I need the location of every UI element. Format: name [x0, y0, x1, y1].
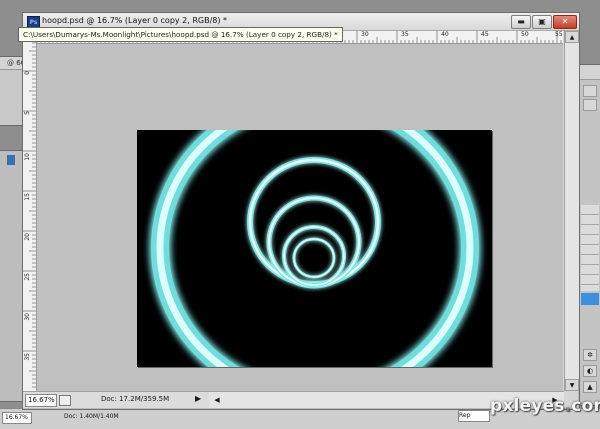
background-doc-size: Doc: 1.40M/1.40M — [64, 413, 119, 420]
window-title: hoopd.psd @ 16.7% (Layer 0 copy 2, RGB/8… — [42, 16, 228, 25]
tool-icon[interactable] — [7, 155, 15, 165]
ruler-label: 15 — [24, 193, 31, 201]
panel-button[interactable] — [583, 99, 597, 111]
vertical-ruler-ticks — [23, 31, 36, 388]
ruler-label: 55 — [555, 31, 563, 38]
right-panel-dock[interactable]: ✲ ◐ ▲ — [578, 64, 600, 406]
vertical-ruler[interactable]: 0 5 10 15 20 25 30 35 — [23, 31, 37, 391]
ruler-label: 0 — [24, 71, 31, 75]
ruler-label: 5 — [24, 111, 31, 115]
selected-layer-row[interactable] — [581, 293, 599, 305]
vertical-scrollbar[interactable]: ▲ ▼ — [564, 31, 579, 391]
find-field[interactable]: Rep — [458, 410, 490, 422]
close-button[interactable]: ✕ — [553, 15, 577, 29]
site-watermark: pxleyes.com — [490, 396, 600, 416]
document-window[interactable]: Ps hoopd.psd @ 16.7% (Layer 0 copy 2, RG… — [22, 12, 580, 410]
panel-header — [579, 65, 600, 80]
watermark-tld: com — [571, 396, 600, 416]
panel-button[interactable] — [583, 85, 597, 97]
image-icon[interactable]: ▲ — [583, 381, 597, 393]
minimize-button[interactable]: ▬ — [511, 15, 531, 29]
ruler-label: 10 — [24, 153, 31, 161]
ruler-label: 20 — [24, 233, 31, 241]
path-tooltip: C:\Users\Dumarys-Ms.Moonlight\Pictures\h… — [18, 27, 343, 42]
ruler-label: 40 — [441, 31, 449, 38]
adjust-icon[interactable]: ✲ — [583, 349, 597, 361]
status-info-icon[interactable] — [59, 395, 71, 406]
background-zoom-field[interactable]: 16.67% — [2, 412, 32, 424]
ruler-label: 50 — [521, 31, 529, 38]
paint-icon[interactable]: ◐ — [583, 365, 597, 377]
layers-list[interactable] — [581, 205, 599, 291]
document-size: Doc: 17.2M/359.5M — [101, 395, 170, 403]
document-image[interactable] — [137, 130, 492, 367]
ruler-label: 25 — [24, 273, 31, 281]
ruler-label: 30 — [361, 31, 369, 38]
neon-rings-artwork — [137, 130, 492, 367]
scroll-left-arrow[interactable]: ◀ — [211, 394, 223, 406]
zoom-field[interactable]: 16.67% — [25, 394, 57, 407]
ruler-label: 45 — [481, 31, 489, 38]
status-menu-arrow[interactable]: ▶ — [195, 394, 201, 403]
ruler-label: 35 — [24, 353, 31, 361]
watermark-name: pxleyes — [490, 396, 565, 416]
scroll-up-arrow[interactable]: ▲ — [565, 31, 579, 43]
canvas-pasteboard[interactable] — [37, 44, 563, 391]
ruler-label: 30 — [24, 313, 31, 321]
restore-button[interactable]: ▣ — [532, 15, 552, 29]
status-bar: 16.67% Doc: 17.2M/359.5M ▶ — [23, 391, 209, 408]
ruler-label: 35 — [401, 31, 409, 38]
scroll-down-arrow[interactable]: ▼ — [565, 379, 579, 391]
